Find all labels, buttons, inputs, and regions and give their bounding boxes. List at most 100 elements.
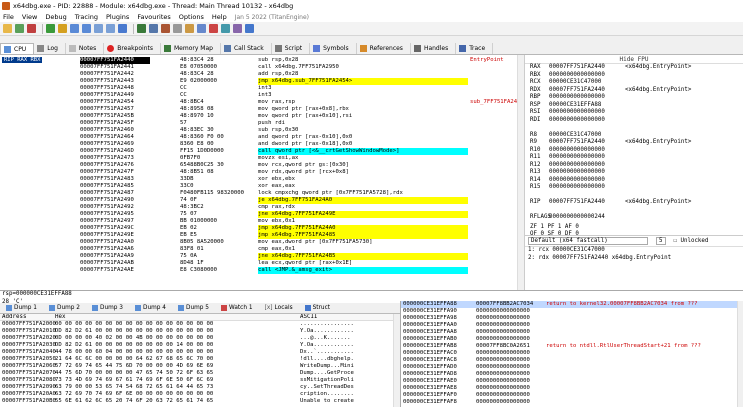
dump-scrollbar[interactable] — [393, 314, 400, 407]
menu-options[interactable]: Options — [179, 13, 204, 21]
tab-script[interactable]: Script — [272, 43, 311, 54]
disasm-row[interactable]: 00007FF751FA2441 E8 07050000 call x64dbg.7… — [0, 64, 524, 71]
step-over-icon[interactable] — [82, 24, 91, 33]
dump-row[interactable]: 00007FF751FA20B0 55 6E 61 62 6C 65 20 74 … — [0, 398, 400, 405]
unlocked-checkbox[interactable]: ☐ Unlocked — [674, 238, 709, 244]
dump-row[interactable]: 00007FF751FA2000 00 00 00 00 00 00 00 00 … — [0, 321, 400, 328]
register-row[interactable]: RDX 00007FF751FA2440 <x64dbg.EntryPoint> — [525, 87, 743, 95]
stack-row[interactable]: 000000CE31EFFAF8 0000000000000000 — [401, 399, 743, 406]
register-row[interactable]: RBX 0000000000000000 — [525, 72, 743, 80]
disasm-row[interactable]: 00007FF751FA2443 E9 02000000 jmp x64dbg.su… — [0, 78, 524, 85]
disasm-row[interactable]: 00007FF751FA249C EB 02 jmp x64dbg.7FF751FA… — [0, 225, 524, 232]
tab-trace[interactable]: Trace — [456, 43, 494, 54]
dump-row[interactable]: 00007FF751FA2010 DD 82 D2 61 00 00 00 00 … — [0, 328, 400, 335]
register-row[interactable]: R11 0000000000000000 — [525, 154, 743, 162]
disasm-row[interactable]: 00007FF751FA2464 48:8360 F0 00 and qword p… — [0, 134, 524, 141]
calls-icon[interactable] — [149, 24, 158, 33]
register-row[interactable]: RDI 0000000000000000 — [525, 117, 743, 125]
dump-row[interactable]: 00007FF751FA2050 21 64 6C 6C 00 00 00 00 … — [0, 356, 400, 363]
menu-file[interactable]: File — [3, 13, 14, 21]
stack-row[interactable]: 000000CE31EFFAA8 0000000000000000 — [401, 329, 743, 336]
disassembly-view[interactable]: RIP RAX RBX 00007FF751FA2440 48:83C4 28 su… — [0, 55, 524, 290]
arg-count-spinner[interactable]: 5 — [656, 237, 666, 245]
stack-row[interactable]: 000000CE31EFFA90 0000000000000000 — [401, 308, 743, 315]
register-row[interactable]: R13 0000000000000000 — [525, 169, 743, 177]
register-row[interactable]: R9 00007FF751FA2440 <x64dbg.EntryPoint> — [525, 139, 743, 147]
menu-help[interactable]: Help — [212, 13, 227, 21]
comments-icon[interactable] — [185, 24, 194, 33]
stack-row[interactable]: 000000CE31EFFAF0 0000000000000000 — [401, 392, 743, 399]
tab-handles[interactable]: Handles — [411, 43, 457, 54]
functions-icon[interactable] — [221, 24, 230, 33]
tab-references[interactable]: References — [357, 43, 411, 54]
stack-row[interactable]: 000000CE31EFFAC8 0000000000000000 — [401, 357, 743, 364]
disasm-row[interactable]: 00007FF751FA24AE E8 C3080000 call <JMP.&_a… — [0, 267, 524, 274]
help-icon[interactable] — [245, 24, 254, 33]
disasm-row[interactable]: 00007FF751FA2487 F0480FB115 98320000 lock … — [0, 190, 524, 197]
calling-convention-select[interactable]: Default (x64 fastcall) — [528, 237, 648, 245]
register-row[interactable] — [525, 192, 743, 200]
stack-row[interactable]: 000000CE31EFFAB8 00007FF8BC0A2651 return t… — [401, 343, 743, 350]
register-row[interactable]: RAX 00007FF751FA2440 <x64dbg.EntryPoint> — [525, 64, 743, 72]
disasm-row[interactable]: 00007FF751FA2476 65488B0C25 30 mov rcx,qwo… — [0, 162, 524, 169]
tab-dump-3[interactable]: Dump 3 — [86, 305, 129, 311]
disasm-row[interactable]: 00007FF751FA2490 74 0F je x64dbg.7FF751FA2… — [0, 197, 524, 204]
stack-row[interactable]: 000000CE31EFFA88 00007FF8BB2AC7034 return … — [401, 301, 743, 308]
close-icon[interactable] — [27, 24, 36, 33]
disasm-row[interactable]: 00007FF751FA2492 48:3BC2 cmp rax,rdx — [0, 204, 524, 211]
tab-log[interactable]: Log — [34, 43, 66, 54]
tab-cpu[interactable]: CPU — [0, 43, 35, 54]
disasm-row[interactable]: 00007FF751FA2460 48:83EC 30 sub rsp,0x30 — [0, 127, 524, 134]
stack-row[interactable]: 000000CE31EFFA98 0000000000000000 — [401, 315, 743, 322]
trace-over-icon[interactable] — [106, 24, 115, 33]
bookmarks-icon[interactable] — [209, 24, 218, 33]
tab-memory-map[interactable]: Memory Map — [161, 43, 221, 54]
dump-view[interactable]: Address Hex ASCII 00007FF751FA2000 00 00 … — [0, 314, 400, 407]
stack-scrollbar[interactable] — [737, 301, 743, 407]
labels-icon[interactable] — [197, 24, 206, 33]
disasm-row[interactable]: 00007FF751FA24AB 8D48 1F lea ecx,qword ptr… — [0, 260, 524, 267]
trace-into-icon[interactable] — [94, 24, 103, 33]
disasm-row[interactable]: 00007FF751FA2454 48:8BC4 mov rax,rsp sub_7F… — [0, 99, 524, 106]
step-into-icon[interactable] — [70, 24, 79, 33]
register-row[interactable] — [525, 124, 743, 132]
disasm-row[interactable]: 00007FF751FA2449 CC int3 — [0, 92, 524, 99]
tab-watch-1[interactable]: Watch 1 — [215, 305, 259, 311]
disasm-row[interactable]: 00007FF751FA2473 0FB7F0 movzx esi,ax — [0, 155, 524, 162]
variables-icon[interactable] — [233, 24, 242, 33]
patch-icon[interactable] — [173, 24, 182, 33]
menu-favourites[interactable]: Favourites — [137, 13, 170, 21]
register-row[interactable]: RFLAGS 0000000000000244 — [525, 214, 743, 222]
disasm-row[interactable]: 00007FF751FA246D FF15 1D0D0000 call qword … — [0, 148, 524, 155]
memory-icon[interactable] — [137, 24, 146, 33]
open-icon[interactable] — [3, 24, 12, 33]
register-row[interactable]: R12 0000000000000000 — [525, 162, 743, 170]
stack-row[interactable]: 000000CE31EFFAA0 0000000000000000 — [401, 322, 743, 329]
register-row[interactable]: R8 00000CE31C47000 — [525, 132, 743, 140]
run-icon[interactable] — [46, 24, 55, 33]
dump-row[interactable]: 00007FF751FA2070 44 75 6D 70 00 00 00 00 … — [0, 370, 400, 377]
dump-row[interactable]: 00007FF751FA2090 63 79 00 00 53 65 74 54 … — [0, 384, 400, 391]
register-row[interactable] — [525, 207, 743, 215]
register-row[interactable]: R10 0000000000000000 — [525, 147, 743, 155]
disasm-row[interactable]: 00007FF751FA24A0 8B05 8A520000 mov eax,dwo… — [0, 239, 524, 246]
tab-call-stack[interactable]: Call Stack — [221, 43, 272, 54]
disasm-row[interactable]: 00007FF751FA24A6 83F8 01 cmp eax,0x1 — [0, 246, 524, 253]
dump-row[interactable]: 00007FF751FA2030 DD 82 D2 61 00 00 00 00 … — [0, 342, 400, 349]
menu-view[interactable]: View — [22, 13, 37, 21]
disasm-row[interactable]: 00007FF751FA245B 48:8970 10 mov qword ptr … — [0, 113, 524, 120]
dump-row[interactable]: 00007FF751FA20A0 63 72 69 70 74 69 6F 6E … — [0, 391, 400, 398]
stack-row[interactable]: 000000CE31EFFAE8 0000000000000000 — [401, 385, 743, 392]
register-row[interactable]: RIP 00007FF751FA2440 <x64dbg.EntryPoint> — [525, 199, 743, 207]
disasm-row[interactable]: 00007FF751FA2497 BB 01000000 mov ebx,0x1 — [0, 218, 524, 225]
disasm-row[interactable]: 00007FF751FA2448 CC int3 — [0, 85, 524, 92]
stack-row[interactable]: 000000CE31EFFAD0 0000000000000000 — [401, 364, 743, 371]
tab-symbols[interactable]: Symbols — [310, 43, 357, 54]
menu-tracing[interactable]: Tracing — [75, 13, 98, 21]
menu-debug[interactable]: Debug — [45, 13, 66, 21]
hide-fpu-header[interactable]: Hide FPU — [525, 55, 743, 64]
stack-row[interactable]: 000000CE31EFFAD8 0000000000000000 — [401, 371, 743, 378]
register-row[interactable]: RBP 0000000000000000 — [525, 94, 743, 102]
flag-row[interactable]: ZF 1 PF 1 AF 0 — [525, 224, 743, 232]
register-row[interactable]: R14 0000000000000000 — [525, 177, 743, 185]
